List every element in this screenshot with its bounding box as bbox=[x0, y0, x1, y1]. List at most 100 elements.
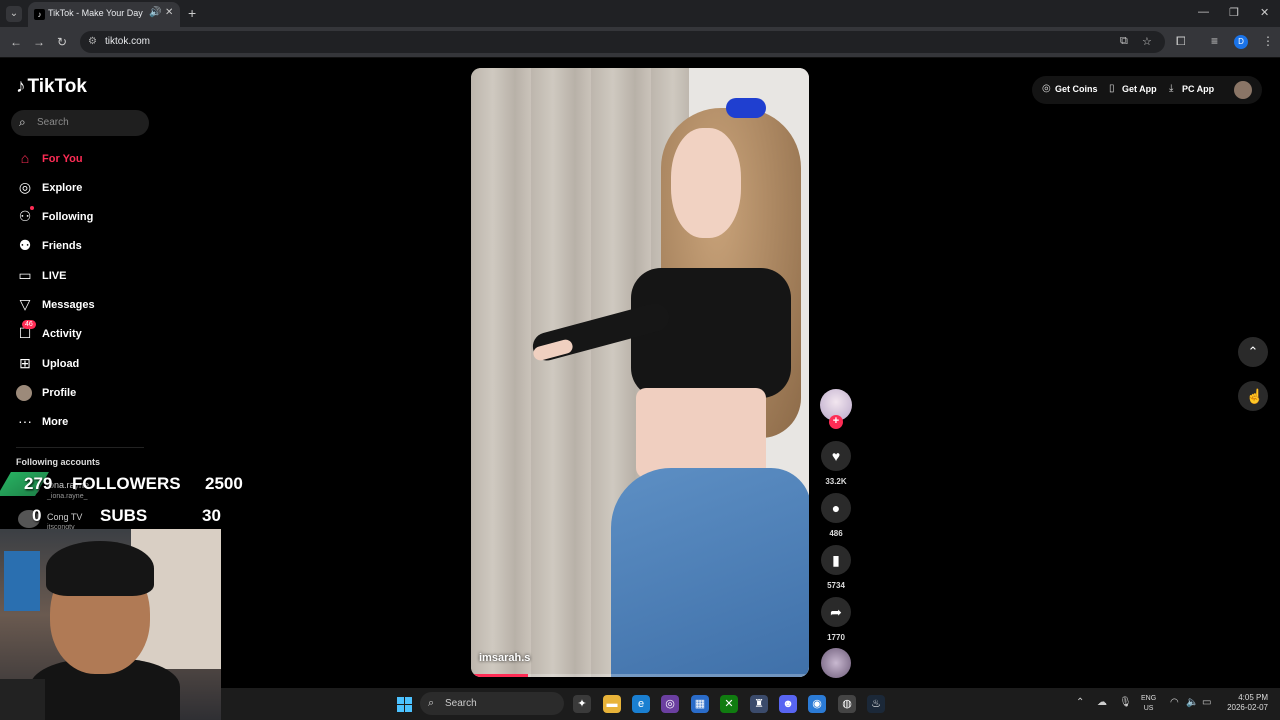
browser-profile-avatar[interactable]: D bbox=[1234, 35, 1248, 49]
followers-label: FOLLOWERS bbox=[72, 474, 181, 493]
sidebar-item-label: LIVE bbox=[42, 270, 67, 282]
video-username[interactable]: imsarah.s bbox=[479, 652, 530, 664]
bookmark-icon[interactable]: ▮ bbox=[821, 545, 851, 575]
like-heart-icon[interactable]: ♥ bbox=[821, 441, 851, 471]
forward-icon[interactable]: → bbox=[33, 35, 45, 49]
comment-icon[interactable]: ● bbox=[821, 493, 851, 523]
share-icon[interactable]: ➦ bbox=[821, 597, 851, 627]
url-text: tiktok.com bbox=[105, 36, 151, 47]
more-icon: ··· bbox=[18, 413, 32, 429]
avatar bbox=[16, 385, 34, 401]
clock-time: 4:05 PM bbox=[1238, 693, 1268, 702]
tiktok-note-icon: ♪ bbox=[16, 76, 26, 97]
messages-icon: ▽ bbox=[19, 296, 31, 312]
xbox-icon[interactable]: ✕ bbox=[720, 695, 738, 713]
close-window-icon[interactable]: ✕ bbox=[1260, 6, 1269, 19]
following-account-name[interactable]: Cong TV bbox=[47, 512, 82, 522]
webcam-streamer-hair bbox=[46, 541, 154, 596]
game-app-icon[interactable]: ♜ bbox=[750, 695, 768, 713]
tab-search-icon[interactable]: ⌄ bbox=[6, 6, 22, 22]
tiktok-favicon-icon: ♪ bbox=[34, 9, 45, 20]
taskbar-search-input[interactable]: ⌕ Search bbox=[420, 692, 564, 715]
video-player[interactable]: imsarah.s bbox=[471, 68, 809, 677]
reload-icon[interactable]: ↻ bbox=[57, 35, 67, 49]
download-icon: ⤓ bbox=[1169, 83, 1174, 94]
back-icon[interactable]: ← bbox=[10, 35, 22, 49]
following-account-handle: _iona.rayne_ bbox=[47, 493, 88, 500]
sidebar-item-label: Messages bbox=[42, 299, 95, 311]
compass-icon: ◎ bbox=[18, 179, 32, 195]
like-count: 33.2K bbox=[825, 477, 847, 486]
video-subject-midriff bbox=[636, 388, 766, 478]
sidebar-divider bbox=[16, 447, 144, 448]
onedrive-icon[interactable]: ☁ bbox=[1097, 697, 1107, 708]
app-icon[interactable]: ◎ bbox=[661, 695, 679, 713]
media-control-icon[interactable]: ≡ bbox=[1211, 34, 1218, 48]
language-code: ENG bbox=[1141, 695, 1157, 702]
subs-count: 0 bbox=[32, 506, 42, 525]
browser-tab[interactable]: ♪ TikTok - Make Your Day 🔊 ✕ bbox=[28, 2, 180, 27]
chrome-icon[interactable]: ◉ bbox=[808, 695, 826, 713]
taskbar-clock[interactable]: 4:05 PM 2026-02-07 bbox=[1222, 693, 1268, 713]
coin-icon: ◎ bbox=[1042, 83, 1051, 94]
notification-dot bbox=[30, 206, 34, 210]
upload-icon: ⊞ bbox=[19, 355, 31, 371]
top-right-actions: ◎ Get Coins ▯ Get App ⤓ PC App bbox=[1032, 76, 1262, 104]
get-coins-button[interactable]: Get Coins bbox=[1055, 84, 1098, 94]
music-disc-icon[interactable] bbox=[821, 648, 851, 678]
search-icon: ⌕ bbox=[19, 115, 26, 129]
new-tab-button[interactable]: + bbox=[188, 5, 196, 21]
browser-menu-icon[interactable]: ⋮ bbox=[1262, 34, 1274, 48]
microphone-icon[interactable]: 🎙 bbox=[1119, 697, 1132, 708]
get-app-button[interactable]: Get App bbox=[1122, 84, 1157, 94]
video-progress-bar[interactable] bbox=[471, 674, 809, 677]
obs-icon[interactable]: ◍ bbox=[838, 695, 856, 713]
video-subject-jeans bbox=[611, 468, 809, 677]
address-bar[interactable]: ⚙ tiktok.com ⧉ ☆ bbox=[80, 31, 1165, 53]
logo-text: TikTok bbox=[27, 76, 87, 97]
install-app-icon[interactable]: ⧉ bbox=[1120, 35, 1128, 48]
close-tab-icon[interactable]: ✕ bbox=[165, 7, 173, 18]
home-icon: ⌂ bbox=[20, 150, 30, 166]
tray-chevron-up-icon[interactable]: ⌃ bbox=[1076, 697, 1084, 708]
browser-tab-bar: ⌄ ♪ TikTok - Make Your Day 🔊 ✕ + — ❐ ✕ bbox=[0, 0, 1280, 27]
volume-icon[interactable]: 🔈 bbox=[1186, 697, 1198, 708]
extensions-icon[interactable]: ⧠ bbox=[1176, 34, 1186, 49]
webcam-background-monitor bbox=[4, 551, 40, 611]
site-info-icon[interactable]: ⚙ bbox=[88, 36, 97, 47]
tab-title: TikTok - Make Your Day bbox=[48, 8, 143, 18]
follow-plus-icon[interactable]: + bbox=[829, 415, 843, 429]
previous-video-chevron-up-icon[interactable]: ⌃ bbox=[1238, 337, 1268, 367]
video-subject-face bbox=[671, 128, 741, 238]
pc-app-button[interactable]: PC App bbox=[1182, 84, 1214, 94]
steam-icon[interactable]: ♨ bbox=[867, 695, 885, 713]
sidebar-item-label: Following bbox=[42, 211, 94, 223]
tiktok-logo[interactable]: ♪ TikTok bbox=[16, 76, 87, 98]
sidebar-item-label: For You bbox=[42, 153, 83, 165]
followers-goal: 2500 bbox=[205, 474, 243, 493]
copilot-icon[interactable]: ✦ bbox=[573, 695, 591, 713]
battery-icon[interactable]: ▭ bbox=[1202, 697, 1211, 708]
video-progress-fill bbox=[471, 674, 529, 677]
following-icon: ⚇ bbox=[18, 208, 32, 224]
sidebar-item-label: Upload bbox=[42, 358, 80, 370]
store-icon[interactable]: ▦ bbox=[691, 695, 709, 713]
discord-icon[interactable]: ☻ bbox=[779, 695, 797, 713]
windows-start-icon[interactable] bbox=[397, 697, 412, 712]
file-explorer-icon[interactable]: ▬ bbox=[603, 695, 621, 713]
edge-icon[interactable]: e bbox=[632, 695, 650, 713]
language-indicator[interactable]: ENG US bbox=[1141, 694, 1156, 714]
share-count: 1770 bbox=[827, 633, 845, 642]
speaker-icon[interactable]: 🔊 bbox=[149, 7, 161, 18]
wifi-icon[interactable]: ◠ bbox=[1170, 697, 1179, 708]
activity-badge: 46 bbox=[22, 320, 36, 329]
search-input[interactable]: ⌕ Search bbox=[11, 110, 149, 136]
maximize-icon[interactable]: ❐ bbox=[1229, 6, 1239, 19]
following-accounts-title: Following accounts bbox=[16, 457, 101, 467]
search-placeholder: Search bbox=[37, 117, 69, 128]
subs-label: SUBS bbox=[100, 506, 148, 525]
bookmark-star-icon[interactable]: ☆ bbox=[1142, 35, 1152, 48]
user-avatar[interactable] bbox=[1234, 81, 1252, 99]
minimize-icon[interactable]: — bbox=[1198, 6, 1209, 18]
comment-count: 486 bbox=[829, 529, 843, 538]
